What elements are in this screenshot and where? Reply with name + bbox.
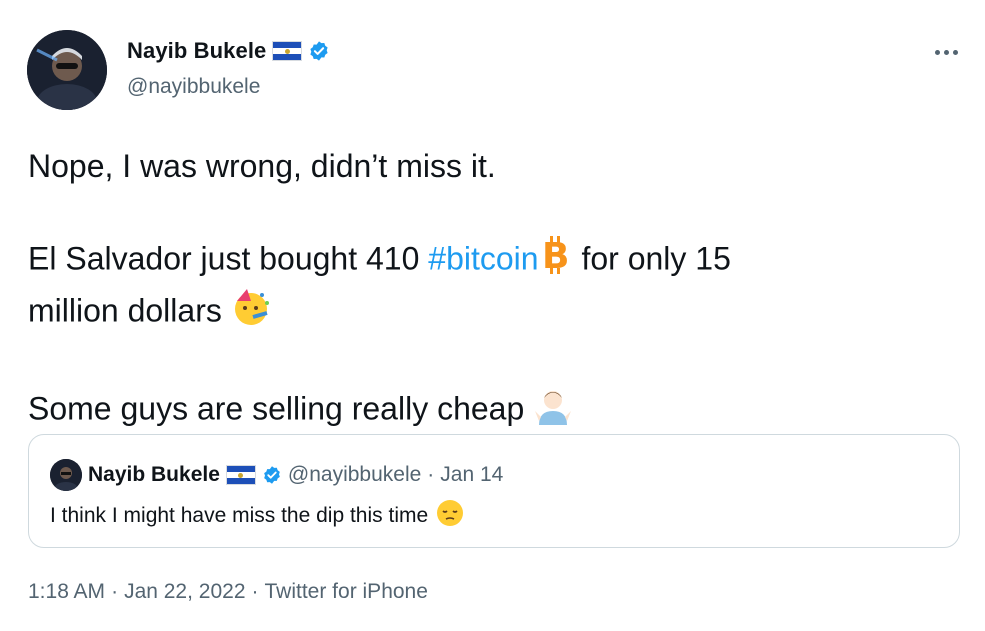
tweet-line-3: million dollars xyxy=(28,287,928,339)
tweet-line-2-pre: El Salvador just bought 410 xyxy=(28,240,429,277)
tweet-time-link[interactable]: 1:18 AM xyxy=(28,580,105,604)
tweet-line-2-post: for only 15 xyxy=(572,240,731,277)
quoted-author-handle: @nayibbukele xyxy=(287,463,422,486)
author-name[interactable]: Nayib Bukele xyxy=(127,38,266,64)
tweet-source-link[interactable]: Twitter for iPhone xyxy=(265,580,428,604)
bitcoin-hashtag-link[interactable]: #bitcoin xyxy=(428,240,538,276)
author-name-row: Nayib Bukele xyxy=(127,38,330,64)
footer-separator: · xyxy=(111,580,119,603)
el-salvador-flag-icon xyxy=(272,41,303,61)
pensive-face-emoji-icon xyxy=(436,499,464,533)
tweet-body: Nope, I was wrong, didn’t miss it. El Sa… xyxy=(28,143,928,437)
tweet-line-3-text: million dollars xyxy=(28,292,231,329)
quoted-tweet-text: I think I might have miss the dip this t… xyxy=(50,499,464,533)
quoted-tweet-header: Nayib Bukele @nayibbukele · Jan 14 xyxy=(50,459,503,491)
partying-face-emoji-icon xyxy=(231,287,271,339)
avatar-image xyxy=(27,30,107,110)
footer-separator: · xyxy=(251,580,259,603)
more-options-icon[interactable] xyxy=(930,44,962,60)
quoted-author-avatar xyxy=(50,459,82,491)
bitcoin-icon: B xyxy=(539,235,573,287)
tweet-line-4: Some guys are selling really cheap xyxy=(28,385,928,437)
quoted-text-content: I think I might have miss the dip this t… xyxy=(50,504,429,527)
quoted-date: Jan 14 xyxy=(440,463,504,486)
verified-badge-icon xyxy=(264,466,280,484)
author-handle[interactable]: @nayibbukele xyxy=(127,75,260,99)
tweet-date-link[interactable]: Jan 22, 2022 xyxy=(124,580,245,604)
verified-badge-icon xyxy=(310,41,328,61)
tweet-line-4-text: Some guys are selling really cheap xyxy=(28,390,534,427)
quoted-tweet-card[interactable]: Nayib Bukele @nayibbukele · Jan 14 I thi… xyxy=(28,434,960,548)
tweet-line-1: Nope, I was wrong, didn’t miss it. xyxy=(28,148,496,184)
quoted-author-name: Nayib Bukele xyxy=(88,463,220,486)
tweet-line-2: El Salvador just bought 410 #bitcoin B fo… xyxy=(28,235,928,287)
tweet-footer: 1:18 AM · Jan 22, 2022 · Twitter for iPh… xyxy=(28,580,428,604)
el-salvador-flag-icon xyxy=(225,465,256,485)
author-avatar[interactable] xyxy=(27,30,107,110)
svg-text:B: B xyxy=(542,236,569,275)
quoted-separator: · xyxy=(427,463,435,486)
person-shrugging-emoji-icon xyxy=(533,385,573,437)
